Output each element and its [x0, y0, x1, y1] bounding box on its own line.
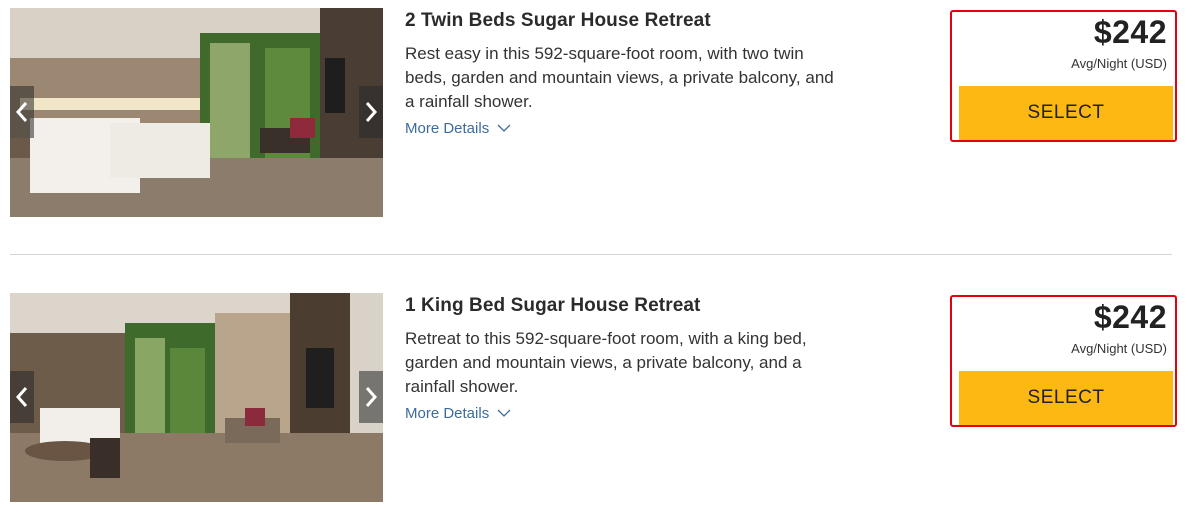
chevron-right-icon	[365, 387, 378, 407]
price-panel: $242 Avg/Night (USD) SELECT	[950, 295, 1177, 427]
price-panel: $242 Avg/Night (USD) SELECT	[950, 10, 1177, 142]
room-photo	[10, 8, 383, 217]
more-details-label: More Details	[405, 405, 490, 422]
room-photo-carousel[interactable]	[10, 293, 383, 502]
more-details-label: More Details	[405, 120, 490, 137]
carousel-next-button[interactable]	[359, 371, 383, 423]
room-description: Retreat to this 592-square-foot room, wi…	[405, 329, 807, 396]
room-card: 2 Twin Beds Sugar House Retreat Rest eas…	[0, 0, 1190, 217]
price-note: Avg/Night (USD)	[1071, 341, 1167, 356]
room-info: 1 King Bed Sugar House Retreat Retreat t…	[405, 293, 845, 423]
more-details-link[interactable]: More Details	[405, 120, 511, 137]
carousel-next-button[interactable]	[359, 86, 383, 138]
carousel-prev-button[interactable]	[10, 86, 34, 138]
select-room-button[interactable]: SELECT	[959, 371, 1173, 425]
chevron-down-icon	[497, 124, 511, 132]
room-description: Rest easy in this 592-square-foot room, …	[405, 44, 834, 111]
chevron-right-icon	[365, 102, 378, 122]
select-room-button[interactable]: SELECT	[959, 86, 1173, 140]
price-note: Avg/Night (USD)	[1071, 56, 1167, 71]
chevron-left-icon	[15, 387, 28, 407]
carousel-prev-button[interactable]	[10, 371, 34, 423]
room-title: 2 Twin Beds Sugar House Retreat	[405, 10, 711, 31]
room-photo-carousel[interactable]	[10, 8, 383, 217]
chevron-down-icon	[497, 409, 511, 417]
divider	[10, 254, 1172, 255]
more-details-link[interactable]: More Details	[405, 405, 511, 422]
room-price: $242	[1093, 299, 1167, 335]
room-card: 1 King Bed Sugar House Retreat Retreat t…	[0, 285, 1190, 502]
room-info: 2 Twin Beds Sugar House Retreat Rest eas…	[405, 8, 845, 138]
room-photo	[10, 293, 383, 502]
room-title: 1 King Bed Sugar House Retreat	[405, 295, 701, 316]
room-price: $242	[1093, 14, 1167, 50]
chevron-left-icon	[15, 102, 28, 122]
